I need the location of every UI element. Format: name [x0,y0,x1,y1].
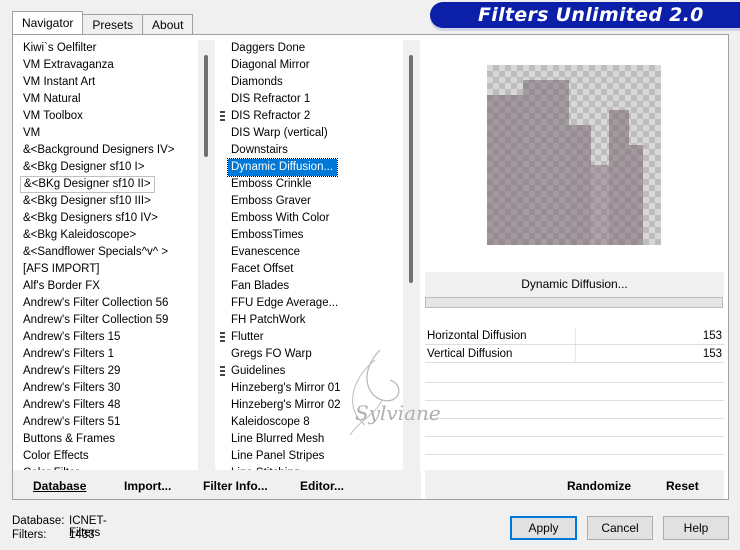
category-scroll-thumb[interactable] [204,55,208,157]
parameter-label: Horizontal Diffusion [427,330,527,342]
filter-item[interactable]: DIS Warp (vertical) [228,125,403,142]
app-banner: Filters Unlimited 2.0 [430,2,740,28]
parameter-value: 153 [702,348,722,360]
filter-item[interactable]: Evanescence [228,244,403,261]
parameter-row[interactable]: Vertical Diffusion 153 [425,345,724,363]
preview-image [487,65,661,245]
filter-item[interactable]: Daggers Done [228,40,403,57]
category-item[interactable]: &<Background Designers IV> [20,142,198,159]
help-button[interactable]: Help [663,516,729,540]
group-marker-icon [220,332,225,343]
database-button[interactable]: Database [33,479,86,493]
editor-button[interactable]: Editor... [300,479,344,493]
filter-item[interactable]: Line Panel Stripes [228,448,403,465]
preview-bar [609,110,629,245]
category-item[interactable]: Buttons & Frames [20,431,198,448]
category-item[interactable]: &<BKg Designer sf10 II> [20,176,155,193]
category-item[interactable]: &<Sandflower Specials^v^ > [20,244,198,261]
app-title: Filters Unlimited 2.0 [478,4,704,26]
category-item[interactable]: Andrew's Filters 51 [20,414,198,431]
reset-button[interactable]: Reset [666,479,699,493]
filter-item[interactable]: FFU Edge Average... [228,295,403,312]
randomize-button[interactable]: Randomize [567,479,631,493]
filter-item[interactable]: Emboss With Color [228,210,403,227]
filter-scroll-thumb[interactable] [409,55,413,283]
status-filters-value: 1433 [69,529,95,541]
parameter-value: 153 [702,330,722,342]
status-filters-label: Filters: [12,529,47,541]
import-button[interactable]: Import... [124,479,171,493]
filter-item[interactable]: Facet Offset [228,261,403,278]
cancel-button[interactable]: Cancel [587,516,653,540]
preview-progress-bar [425,297,723,308]
parameter-slider-track[interactable] [575,345,576,362]
filter-item[interactable]: Dynamic Diffusion... [226,158,339,177]
category-item[interactable]: VM Toolbox [20,108,198,125]
category-item[interactable]: VM Extravaganza [20,57,198,74]
status-filters: Filters: 1433 [12,529,95,541]
watermark-flourish: Sylviane [349,349,440,436]
category-item[interactable]: Andrew's Filters 48 [20,397,198,414]
filter-item[interactable]: Diamonds [228,74,403,91]
preview-bar [591,165,609,245]
tab-presets[interactable]: Presets [82,14,144,34]
category-item[interactable]: &<Bkg Kaleidoscope> [20,227,198,244]
filter-item[interactable]: Emboss Crinkle [228,176,403,193]
group-marker-icon [220,111,225,122]
filter-item[interactable]: FH PatchWork [228,312,403,329]
watermark-text: Sylviane [355,401,440,425]
preview-bar [487,95,523,245]
preview-bar [569,125,591,245]
filter-item[interactable]: Diagonal Mirror [228,57,403,74]
preview-bar [523,80,569,245]
tab-navigator[interactable]: Navigator [12,11,84,34]
parameter-row[interactable]: Horizontal Diffusion 153 [425,327,724,345]
status-database: Database: ICNET-Filters [12,515,107,539]
tab-about[interactable]: About [142,14,194,34]
category-list[interactable]: Kiwi`s Oelfilter VM Extravaganza VM Instan… [20,40,198,470]
tab-strip: Navigator Presets About [12,11,194,34]
category-scrollbar[interactable] [198,40,215,470]
preview-panel [425,40,724,272]
parameter-empty-area [425,365,724,470]
category-item[interactable]: Andrew's Filter Collection 56 [20,295,198,312]
filter-item[interactable]: Emboss Graver [228,193,403,210]
category-item[interactable]: VM [20,125,198,142]
category-item[interactable]: &<Bkg Designers sf10 IV> [20,210,198,227]
category-item[interactable]: VM Instant Art [20,74,198,91]
category-item[interactable]: Alf's Border FX [20,278,198,295]
category-item[interactable]: Andrew's Filters 15 [20,329,198,346]
category-item[interactable]: &<Bkg Designer sf10 I> [20,159,198,176]
group-marker-icon [220,366,225,377]
status-database-label: Database: [12,515,65,527]
category-item[interactable]: &<Bkg Designer sf10 III> [20,193,198,210]
filter-item[interactable]: Fan Blades [228,278,403,295]
preview-bar [629,145,643,245]
category-item[interactable]: [AFS IMPORT] [20,261,198,278]
preview-filter-name: Dynamic Diffusion... [425,272,724,297]
category-item[interactable]: Andrew's Filters 29 [20,363,198,380]
category-item[interactable]: Andrew's Filters 30 [20,380,198,397]
filter-item[interactable]: DIS Refractor 1 [228,91,403,108]
filter-item[interactable]: Downstairs [228,142,403,159]
category-item[interactable]: Color Effects [20,448,198,465]
filter-item[interactable]: DIS Refractor 2 [228,108,403,125]
category-item[interactable]: VM Natural [20,91,198,108]
category-item[interactable]: Andrew's Filters 1 [20,346,198,363]
filter-info-button[interactable]: Filter Info... [203,479,268,493]
parameter-slider-track[interactable] [575,327,576,344]
parameter-list: Horizontal Diffusion 153 Vertical Diffusio… [425,327,724,363]
category-item[interactable]: Andrew's Filter Collection 59 [20,312,198,329]
category-item[interactable]: Kiwi`s Oelfilter [20,40,198,57]
filter-item[interactable]: EmbossTimes [228,227,403,244]
apply-button[interactable]: Apply [510,516,577,540]
